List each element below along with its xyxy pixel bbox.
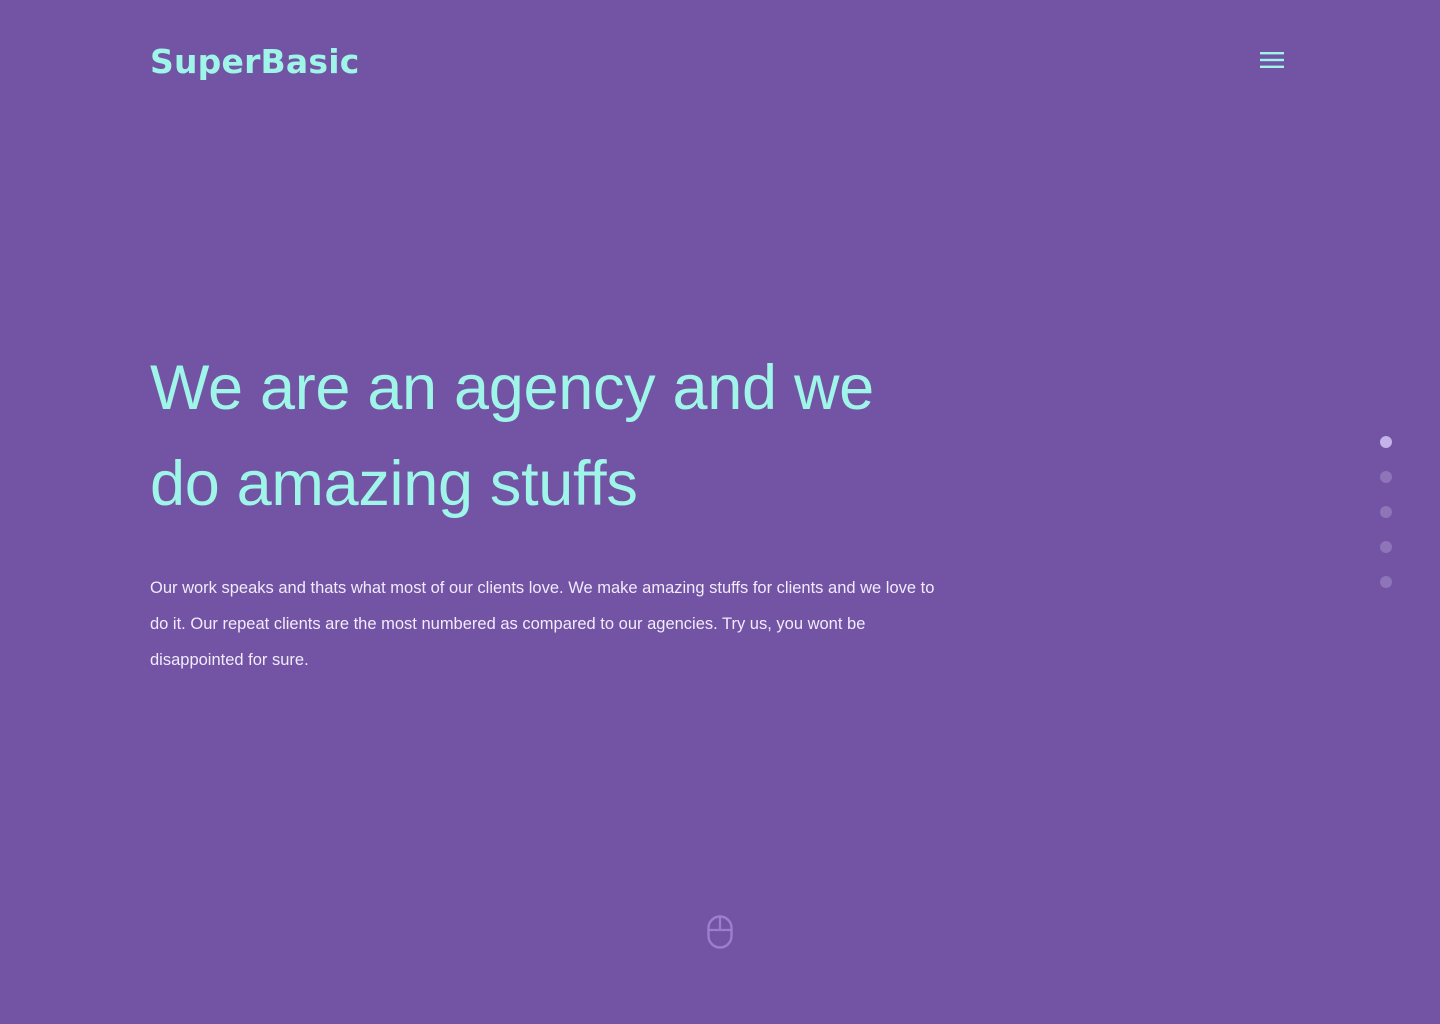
pagination-dot-4[interactable] bbox=[1380, 541, 1392, 553]
pagination-dot-3[interactable] bbox=[1380, 506, 1392, 518]
mouse-icon[interactable] bbox=[707, 915, 733, 949]
landing-page: SuperBasic We are an agency and we do am… bbox=[0, 0, 1440, 1024]
pagination-dot-1[interactable] bbox=[1380, 436, 1392, 448]
brand-logo[interactable]: SuperBasic bbox=[150, 40, 359, 84]
pagination-dot-5[interactable] bbox=[1380, 576, 1392, 588]
hamburger-menu-icon bbox=[1260, 52, 1284, 68]
section-pagination bbox=[1380, 436, 1392, 611]
menu-button[interactable] bbox=[1256, 46, 1288, 74]
hero-description: Our work speaks and thats what most of o… bbox=[150, 579, 935, 669]
hero-title: We are an agency and we do amazing stuff… bbox=[150, 353, 874, 519]
pagination-dot-2[interactable] bbox=[1380, 471, 1392, 483]
hero-section: We are an agency and we do amazing stuff… bbox=[150, 340, 950, 678]
